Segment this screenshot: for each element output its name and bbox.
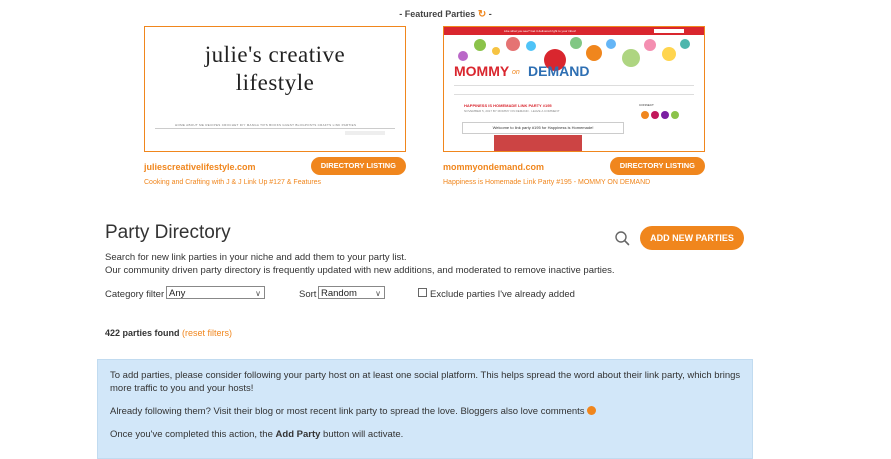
featured-card-mommy: Like what you see? Get it delivered righ… bbox=[443, 26, 705, 186]
results-count: 422 parties found (reset filters) bbox=[105, 328, 232, 338]
thumb-logo: MOMMY bbox=[454, 63, 510, 79]
category-filter-label: Category filter bbox=[105, 289, 165, 300]
thumb-post-image bbox=[494, 135, 582, 151]
notice-text: button will activate. bbox=[323, 429, 404, 440]
thumb-search-box bbox=[654, 29, 684, 33]
featured-header-label: - Featured Parties bbox=[399, 9, 476, 19]
chevron-down-icon: ∨ bbox=[255, 289, 261, 298]
card-description-link[interactable]: Cooking and Crafting with J & J Link Up … bbox=[144, 179, 321, 186]
notice-text: Already following them? Visit their blog… bbox=[110, 406, 585, 417]
notice-text: Once you've completed this action, the bbox=[110, 429, 273, 440]
thumb-placeholder bbox=[345, 131, 385, 135]
thumb-post-meta: NOVEMBER 5, 2017 BY MOMMY ON DEMAND · LE… bbox=[464, 109, 560, 113]
category-filter-value: Any bbox=[169, 288, 186, 299]
thumb-sidebar: CONNECT bbox=[639, 103, 689, 151]
reset-filters-link[interactable]: (reset filters) bbox=[182, 328, 232, 338]
notice-bold-text: Add Party bbox=[275, 429, 321, 440]
thumb-welcome-text: Welcome to link party #195 for Happiness… bbox=[462, 122, 624, 134]
card-domain-link[interactable]: mommyondemand.com bbox=[443, 162, 544, 172]
featured-header-suffix: - bbox=[488, 9, 492, 19]
thumb-logo: DEMAND bbox=[528, 63, 590, 79]
sort-select[interactable]: Random ∨ bbox=[318, 286, 385, 299]
page-title: Party Directory bbox=[105, 222, 231, 243]
thumb-title-line: julie's creative bbox=[204, 42, 346, 67]
notice-paragraph: Already following them? Visit their blog… bbox=[110, 405, 742, 418]
thumb-connect-label: CONNECT bbox=[639, 103, 654, 107]
directory-description: Our community driven party directory is … bbox=[105, 265, 615, 276]
thumb-nav: HOME ABOUT ME RECIPES CROCHET DIY MANGA … bbox=[175, 123, 357, 127]
featured-thumbnail[interactable]: Like what you see? Get it delivered righ… bbox=[443, 26, 705, 152]
thumb-title-line: lifestyle bbox=[235, 70, 315, 95]
thumb-topbar-text: Like what you see? Get it delivered righ… bbox=[504, 29, 577, 33]
featured-card-julie: julie's creative lifestyle HOME ABOUT ME… bbox=[144, 26, 406, 186]
thumb-post-title: HAPPINESS IS HOMEMADE LINK PARTY #195 bbox=[464, 103, 552, 108]
card-description-link[interactable]: Happiness is Homemade Link Party #195 - … bbox=[443, 179, 650, 186]
exclude-parties-label[interactable]: Exclude parties I've already added bbox=[430, 289, 575, 300]
featured-thumbnail[interactable]: julie's creative lifestyle HOME ABOUT ME… bbox=[144, 26, 406, 152]
featured-parties-header: - Featured Parties ↻ - bbox=[0, 9, 891, 20]
notice-paragraph: To add parties, please consider followin… bbox=[110, 370, 741, 394]
thumb-topbar: Like what you see? Get it delivered righ… bbox=[444, 27, 704, 35]
exclude-parties-checkbox[interactable] bbox=[418, 288, 427, 297]
thumb-nav bbox=[454, 85, 694, 95]
refresh-icon[interactable]: ↻ bbox=[478, 9, 486, 20]
thumb-site-title: julie's creative lifestyle bbox=[145, 41, 405, 97]
thumb-logo-on: on bbox=[512, 69, 520, 76]
chevron-down-icon: ∨ bbox=[375, 289, 381, 298]
category-filter-select[interactable]: Any ∨ bbox=[166, 286, 265, 299]
directory-listing-button[interactable]: DIRECTORY LISTING bbox=[310, 157, 406, 175]
card-domain-link[interactable]: juliescreativelifestyle.com bbox=[144, 162, 256, 172]
sort-value: Random bbox=[321, 288, 357, 299]
directory-description: Search for new link parties in your nich… bbox=[105, 252, 407, 263]
thumb-divider bbox=[155, 128, 395, 129]
sort-label: Sort bbox=[299, 289, 317, 300]
smile-icon bbox=[587, 406, 597, 415]
add-new-parties-button[interactable]: ADD NEW PARTIES bbox=[640, 226, 744, 250]
follow-notice: To add parties, please consider followin… bbox=[97, 359, 753, 459]
search-icon[interactable] bbox=[614, 230, 630, 246]
found-count: 422 parties found bbox=[105, 328, 180, 338]
directory-listing-button[interactable]: DIRECTORY LISTING bbox=[609, 157, 705, 175]
notice-paragraph: Once you've completed this action, the A… bbox=[110, 428, 742, 441]
